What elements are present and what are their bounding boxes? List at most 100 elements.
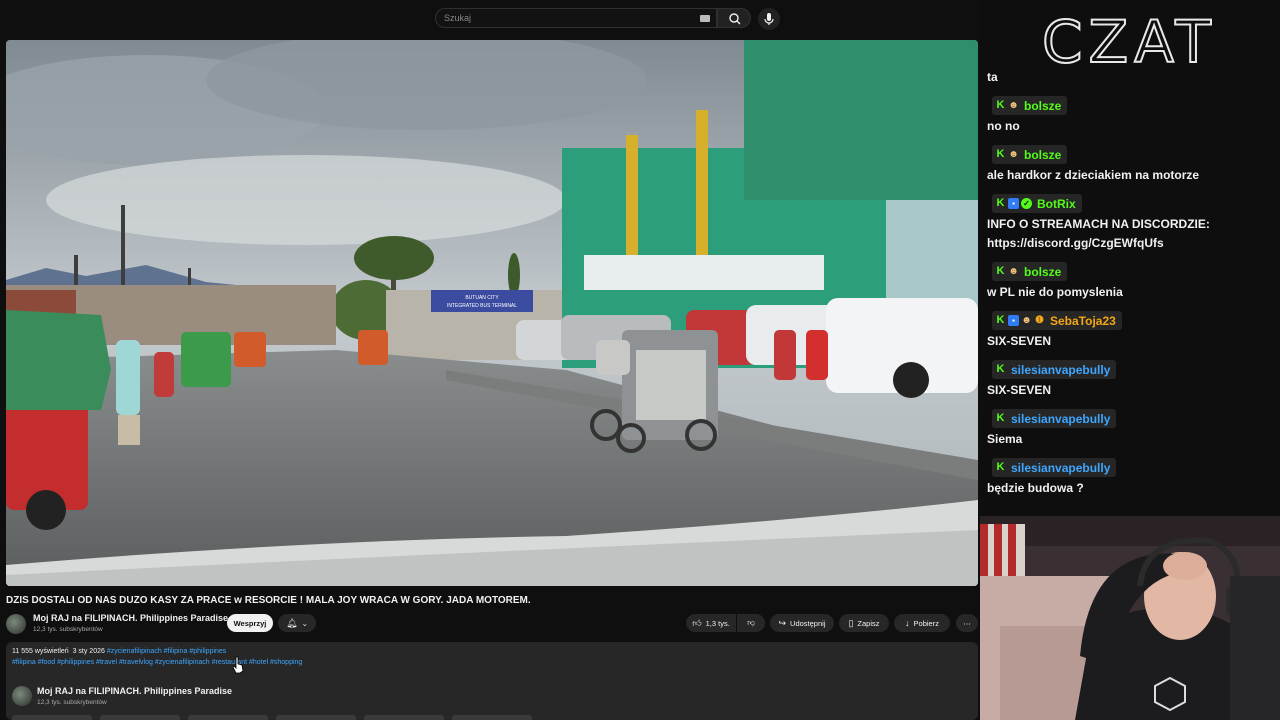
channel-avatar[interactable]	[6, 614, 26, 634]
description-box[interactable]: 11 555 wyświetleń 3 sty 2026 #zycienafil…	[6, 642, 978, 720]
support-button[interactable]: Wesprzyj	[227, 614, 273, 632]
like-button[interactable]: 👍︎ 1,3 tys.	[686, 614, 736, 632]
svg-text:CZAT: CZAT	[1042, 8, 1217, 72]
bell-icon: 🔔︎	[286, 617, 298, 628]
chat-message-text: będzie budowa ?	[987, 481, 1084, 495]
share-button[interactable]: ↪ Udostępnij	[770, 614, 834, 632]
bot-icon: ▪	[1008, 315, 1019, 326]
chat-username-tag[interactable]: K silesianvapebully	[992, 458, 1117, 477]
download-icon: ↓	[905, 618, 910, 628]
video-title: DZIS DOSTALI OD NAS DUZO KASY ZA PRACE w…	[6, 595, 531, 606]
chat-username[interactable]: silesianvapebully	[1011, 412, 1110, 426]
thumbs-down-icon: 👎︎	[747, 618, 755, 627]
chat-username[interactable]: BotRix	[1037, 197, 1076, 211]
chat-username-tag[interactable]: K ☻ bolsze	[992, 96, 1068, 115]
download-button[interactable]: ↓ Pobierz	[894, 614, 950, 632]
chat-username-tag[interactable]: K ☻ bolsze	[992, 145, 1068, 164]
webcam-overlay	[980, 516, 1280, 720]
hashtags[interactable]: #filipina #food #philippines #travel #tr…	[12, 659, 302, 666]
face-icon: ☻	[1021, 315, 1032, 326]
chat-username-tag[interactable]: K ▪ ☻ ❶ SebaToja23	[992, 311, 1122, 330]
kick-icon: K	[996, 314, 1005, 326]
save-button[interactable]: ▯ Zapisz	[839, 614, 889, 632]
kick-icon: K	[996, 461, 1005, 473]
description-meta: 11 555 wyświetleń 3 sty 2026 #zycienafil…	[12, 648, 226, 655]
kick-icon: K	[996, 363, 1005, 375]
description-channel-subscribers: 12,3 tys. subskrybentów	[37, 699, 107, 706]
channel-subscribers: 12,3 tys. subskrybentów	[33, 626, 103, 633]
save-label: Zapisz	[857, 618, 880, 628]
face-icon: ☻	[1008, 266, 1019, 277]
search-input[interactable]	[444, 9, 694, 27]
chip[interactable]	[364, 715, 444, 720]
upload-date: 3 sty 2026	[72, 648, 105, 655]
notifications-button[interactable]: 🔔︎ ⌄	[278, 614, 316, 632]
chat-username[interactable]: bolsze	[1024, 148, 1061, 162]
youtube-watch-page: BUTUAN CITY INTEGRATED BUS TERMINAL	[0, 0, 980, 720]
description-channel-avatar[interactable]	[12, 686, 32, 706]
sign-terminal: INTEGRATED BUS TERMINAL	[447, 303, 517, 309]
chat-username[interactable]: bolsze	[1024, 265, 1061, 279]
chat-username-tag[interactable]: K silesianvapebully	[992, 360, 1117, 379]
chip[interactable]	[188, 715, 268, 720]
chat-username-tag[interactable]: K silesianvapebully	[992, 409, 1117, 428]
channel-name[interactable]: Moj RAJ na FILIPINACH. Philippines Parad…	[33, 613, 228, 623]
search-button[interactable]	[717, 8, 751, 28]
chip[interactable]	[276, 715, 356, 720]
sign-city: BUTUAN CITY	[465, 295, 499, 301]
kick-icon: K	[996, 412, 1005, 424]
chat-username-tag[interactable]: K ▪ ✓ BotRix	[992, 194, 1082, 213]
chat-username[interactable]: silesianvapebully	[1011, 363, 1110, 377]
more-actions-button[interactable]: ⋯	[956, 614, 978, 632]
chat-message-text: SIX-SEVEN	[987, 334, 1052, 348]
webcam-image	[980, 516, 1280, 720]
face-icon: ☻	[1008, 149, 1019, 160]
like-count: 1,3 tys.	[705, 618, 730, 628]
search-box[interactable]	[435, 8, 717, 28]
chat-message-text: INFO O STREAMACH NA DISCORDZIE:	[987, 217, 1210, 231]
chat-username[interactable]: SebaToja23	[1050, 314, 1116, 328]
kick-icon: K	[996, 148, 1005, 160]
dislike-button[interactable]: 👎︎	[737, 614, 765, 632]
download-label: Pobierz	[913, 618, 939, 628]
more-icon: ⋯	[963, 618, 971, 628]
gift-icon: ❶	[1035, 315, 1044, 326]
kick-icon: K	[996, 265, 1005, 277]
chat-panel: CZAT ta K ☻ bolsze no no K ☻ bolsze ale ha…	[980, 0, 1280, 516]
verified-icon: ✓	[1021, 198, 1032, 209]
share-label: Udostępnij	[790, 618, 826, 628]
support-label: Wesprzyj	[233, 618, 267, 628]
chat-message-text: no no	[987, 119, 1020, 133]
chevron-down-icon: ⌄	[301, 618, 308, 628]
top-bar	[0, 0, 980, 36]
chip[interactable]	[100, 715, 180, 720]
bookmark-icon: ▯	[848, 617, 854, 628]
screen: BUTUAN CITY INTEGRATED BUS TERMINAL	[0, 0, 1280, 720]
hashtags-top[interactable]: #zycienafilipinach #filipina #philippine…	[107, 648, 226, 655]
chat-username-tag[interactable]: K ☻ bolsze	[992, 262, 1068, 281]
chat-message-text: Siema	[987, 432, 1023, 446]
czat-header-logo: CZAT	[1041, 7, 1217, 72]
microphone-icon	[764, 13, 774, 25]
description-chips	[12, 715, 712, 720]
description-channel-name[interactable]: Moj RAJ na FILIPINACH. Philippines Parad…	[37, 686, 232, 696]
thumbs-up-icon: 👍︎	[692, 617, 702, 628]
search-icon	[729, 13, 741, 25]
view-count: 11 555 wyświetleń	[12, 648, 69, 655]
chat-username[interactable]: silesianvapebully	[1011, 461, 1110, 475]
chat-username[interactable]: bolsze	[1024, 99, 1061, 113]
voice-search-button[interactable]	[758, 8, 780, 30]
chip[interactable]	[12, 715, 92, 720]
share-icon: ↪	[778, 617, 787, 628]
video-frame: BUTUAN CITY INTEGRATED BUS TERMINAL	[6, 40, 978, 586]
chat-message-text: SIX-SEVEN	[987, 383, 1052, 397]
kick-icon: K	[996, 99, 1005, 111]
video-player[interactable]: BUTUAN CITY INTEGRATED BUS TERMINAL	[6, 40, 978, 586]
bot-icon: ▪	[1008, 198, 1019, 209]
chip[interactable]	[452, 715, 532, 720]
kick-icon: K	[996, 197, 1005, 209]
hand-cursor-icon	[232, 656, 244, 674]
chat-message-text: ta	[987, 70, 998, 84]
chat-message-link[interactable]: https://discord.gg/CzgEWfqUfs	[987, 236, 1164, 250]
keyboard-icon[interactable]	[700, 15, 710, 22]
